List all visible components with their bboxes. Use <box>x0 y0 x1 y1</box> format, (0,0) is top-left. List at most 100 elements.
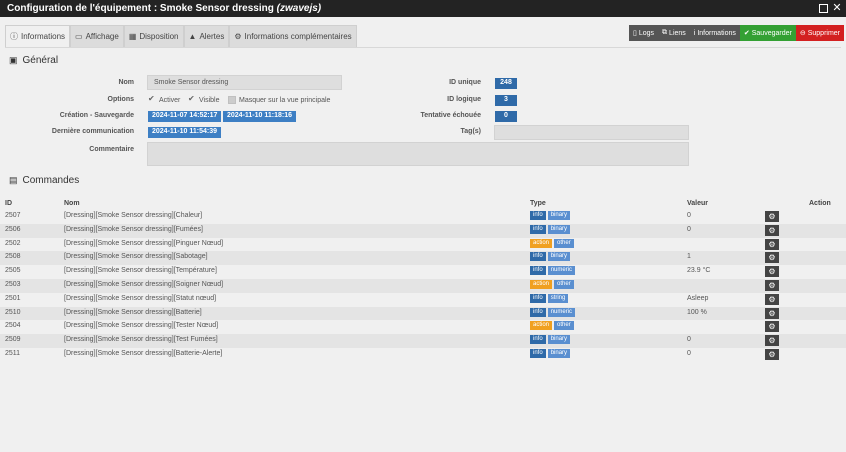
type-badge: info <box>530 348 546 358</box>
cogs-icon[interactable]: ⚙ <box>765 307 779 319</box>
cogs-icon[interactable]: ⚙ <box>765 224 779 236</box>
cogs-icon[interactable]: ⚙ <box>765 321 779 333</box>
cogs-icon[interactable]: ⚙ <box>765 279 779 291</box>
tags-field[interactable] <box>494 125 689 140</box>
tab-informations[interactable]: ⓘ Informations <box>5 25 71 47</box>
window-titlebar: Configuration de l'équipement : Smoke Se… <box>0 0 846 17</box>
tab-bar: ⓘ Informations ▭ Affichage ▦ Disposition ▲ Aler… <box>5 25 357 47</box>
grid-icon: ▦ <box>128 32 137 41</box>
option-active[interactable]: Activer <box>148 94 180 104</box>
cogs-icon[interactable]: ⚙ <box>765 211 779 222</box>
header-name: Nom <box>64 200 80 207</box>
list-icon: ▤ <box>9 175 18 185</box>
option-hide[interactable]: Masquer sur la vue principale <box>228 96 330 104</box>
created-badge: 2024-11-07 14:52:17 <box>148 111 222 122</box>
cell-type: info string <box>530 293 570 303</box>
cogs-icon[interactable]: ⚙ <box>765 252 779 264</box>
hide-label: Masquer sur la vue principale <box>239 96 331 104</box>
cell-id: 2510 <box>5 308 21 316</box>
type-badge: info <box>530 293 546 303</box>
subtype-badge: binary <box>547 224 571 234</box>
type-badge: info <box>530 266 546 276</box>
cell-name: [Dressing][Smoke Sensor dressing][Sabota… <box>64 253 208 261</box>
type-badge: info <box>530 252 546 262</box>
failed-badge: 0 <box>495 111 517 122</box>
subtype-badge: numeric <box>547 307 576 317</box>
tab-label: Alertes <box>199 32 225 41</box>
desktop-icon: ▭ <box>75 32 83 41</box>
cell-type: info binary <box>530 252 572 262</box>
subtype-badge: other <box>554 321 574 331</box>
cell-id: 2501 <box>5 294 21 302</box>
logs-button[interactable]: ▯ Logs <box>629 25 659 41</box>
supprimer-button[interactable]: ⊖ Supprimer <box>795 25 845 41</box>
cogs-icon[interactable]: ⚙ <box>765 348 779 360</box>
button-label: Logs <box>638 29 655 37</box>
tab-alertes[interactable]: ▲ Alertes <box>183 25 230 47</box>
button-label: Liens <box>669 29 686 37</box>
window-title: Configuration de l'équipement : Smoke Se… <box>7 3 321 14</box>
section-general-title: ▣ Général <box>9 55 58 66</box>
cogs-icon[interactable]: ⚙ <box>765 238 779 250</box>
tab-label: Disposition <box>139 32 179 41</box>
visible-label: Visible <box>199 96 220 104</box>
lastcomm-badge: 2024-11-10 11:54:39 <box>148 127 221 138</box>
cell-id: 2504 <box>5 322 21 330</box>
uid-badge: 248 <box>495 78 517 89</box>
cell-name: [Dressing][Smoke Sensor dressing][Chaleu… <box>64 212 203 219</box>
lid-label: ID logique <box>447 96 481 103</box>
type-badge: action <box>530 279 553 289</box>
date-separator: - <box>217 112 220 119</box>
comment-label: Commentaire <box>89 146 134 153</box>
cell-value: 23.9 °C <box>687 267 711 275</box>
cell-name: [Dressing][Smoke Sensor dressing][Pingue… <box>64 239 224 247</box>
info-circle-icon: ⓘ <box>10 32 18 41</box>
cogs-icon[interactable]: ⚙ <box>765 335 779 347</box>
section-commands-title: ▤ Commandes <box>9 175 79 186</box>
cell-type: action other <box>530 279 576 289</box>
window-title-text: Configuration de l'équipement : Smoke Se… <box>7 3 274 14</box>
informations-button[interactable]: i Informations <box>689 25 740 41</box>
warning-icon: ▲ <box>188 32 197 41</box>
comment-textarea[interactable] <box>147 142 689 166</box>
section-commands-label: Commandes <box>22 175 80 186</box>
check-circle-icon: ✔ <box>743 30 750 37</box>
tab-informations-compl-mentaires[interactable]: ⚙ Informations complémentaires <box>229 25 357 47</box>
hide-checkbox[interactable] <box>228 96 236 104</box>
cell-id: 2506 <box>5 225 21 233</box>
table-row: 2505 [Dressing][Smoke Sensor dressing][Te… <box>0 265 846 279</box>
maximize-icon[interactable] <box>818 3 828 13</box>
tab-disposition[interactable]: ▦ Disposition <box>123 25 184 47</box>
cogs-icon[interactable]: ⚙ <box>765 266 779 278</box>
sauvegarder-button[interactable]: ✔ Sauvegarder <box>739 25 796 41</box>
subtype-badge: binary <box>547 348 571 358</box>
active-checkbox[interactable] <box>148 94 156 104</box>
cell-id: 2511 <box>5 349 21 357</box>
header-type: Type <box>530 200 546 207</box>
cell-type: action other <box>530 238 576 248</box>
lastcomm-label: Dernière communication <box>51 128 134 135</box>
visible-checkbox[interactable] <box>188 94 196 104</box>
liens-button[interactable]: ⧉ Liens <box>658 25 690 41</box>
button-label: Sauvegarder <box>751 29 792 37</box>
cell-id: 2502 <box>5 239 21 247</box>
cell-type: info binary <box>530 211 572 220</box>
minus-circle-icon: ⊖ <box>799 30 806 37</box>
subtype-badge: binary <box>547 211 571 220</box>
close-icon[interactable]: ✕ <box>832 3 842 14</box>
cell-name: [Dressing][Smoke Sensor dressing][Fumées… <box>64 225 203 233</box>
tab-affichage[interactable]: ▭ Affichage <box>70 25 124 47</box>
option-visible[interactable]: Visible <box>188 94 220 104</box>
subtype-badge: other <box>554 238 574 248</box>
tags-label: Tag(s) <box>460 128 481 135</box>
cell-type: info numeric <box>530 307 577 317</box>
cell-value: Asleep <box>687 294 709 302</box>
options-label: Options <box>107 96 134 103</box>
info-icon: i <box>693 29 696 37</box>
cogs-icon[interactable]: ⚙ <box>765 293 779 305</box>
name-field[interactable]: Smoke Sensor dressing <box>147 75 342 90</box>
cell-id: 2505 <box>5 267 21 275</box>
cell-name: [Dressing][Smoke Sensor dressing][Statut… <box>64 294 217 302</box>
cell-id: 2507 <box>5 212 21 219</box>
table-row: 2503 [Dressing][Smoke Sensor dressing][So… <box>0 278 846 293</box>
